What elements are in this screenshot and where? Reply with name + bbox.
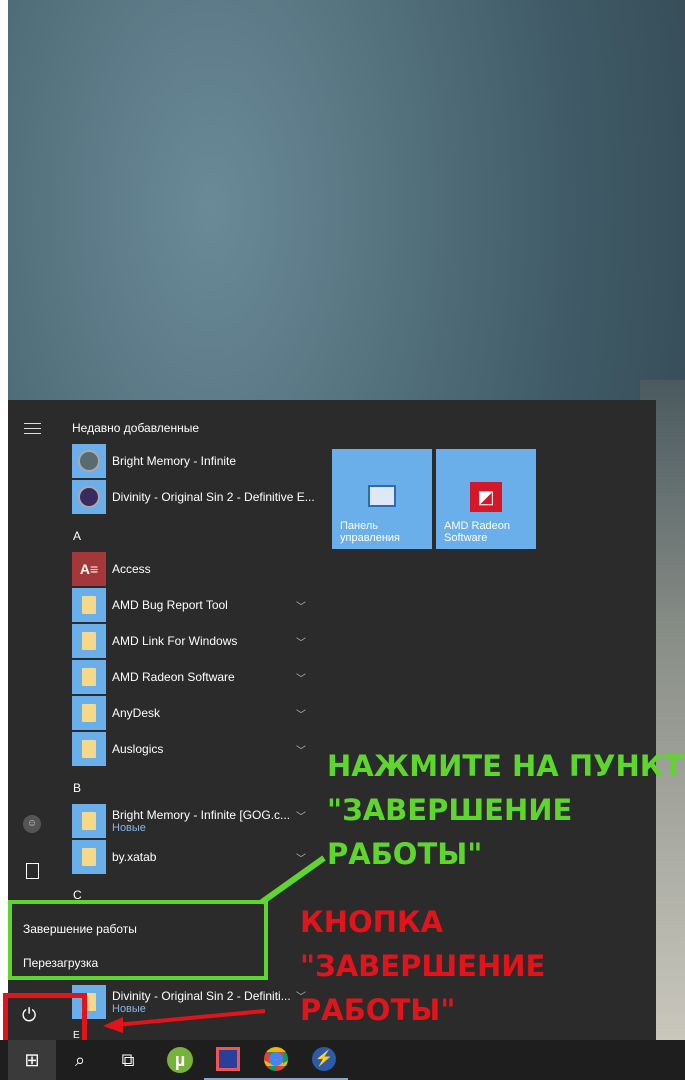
folder-icon xyxy=(72,660,106,694)
chevron-down-icon[interactable]: ﹀ xyxy=(296,634,306,649)
app-label: AnyDesk xyxy=(112,706,161,720)
chevron-down-icon[interactable]: ﹀ xyxy=(296,742,306,757)
app-floppy-icon[interactable] xyxy=(204,1040,252,1080)
chevron-down-icon[interactable]: ﹀ xyxy=(296,670,306,685)
shutdown-menu-item[interactable]: Завершение работы xyxy=(23,922,137,936)
tile-amd-radeon[interactable]: ◩ AMD Radeon Software xyxy=(436,449,536,549)
tile-label: Панель управления xyxy=(340,520,400,544)
task-view-icon[interactable]: ⧉ xyxy=(104,1040,152,1080)
search-icon[interactable]: ⌕ xyxy=(56,1040,104,1080)
list-item[interactable]: Bright Memory - Infinite [GOG.c... Новые xyxy=(72,804,332,838)
user-avatar-icon[interactable]: ☺ xyxy=(23,815,41,833)
access-icon: A ≡ xyxy=(72,552,106,586)
tile-control-panel[interactable]: Панель управления xyxy=(332,449,432,549)
folder-icon xyxy=(72,732,106,766)
list-item[interactable]: AnyDesk xyxy=(72,696,312,730)
utorrent-icon[interactable]: µ xyxy=(156,1040,204,1080)
folder-icon xyxy=(72,804,106,838)
hamburger-menu-icon[interactable] xyxy=(24,423,41,434)
restart-menu-item[interactable]: Перезагрузка xyxy=(23,956,98,970)
tile-label: AMD Radeon Software xyxy=(444,520,511,544)
app-label: AMD Bug Report Tool xyxy=(112,598,228,612)
folder-icon xyxy=(72,624,106,658)
power-icon[interactable]: ⏻ xyxy=(22,1005,36,1026)
app-label: Auslogics xyxy=(112,742,164,756)
power-menu: Завершение работы Перезагрузка xyxy=(8,900,268,980)
green-annotation: НАЖМИТЕ НА ПУНКТ "ЗАВЕРШЕНИЕ РАБОТЫ" xyxy=(327,749,684,871)
power-button-highlight xyxy=(3,993,87,1045)
windows-start-icon[interactable]: ⊞ xyxy=(8,1040,56,1080)
list-item[interactable]: AMD Bug Report Tool xyxy=(72,588,312,622)
folder-icon xyxy=(72,840,106,874)
access-glyph: A xyxy=(79,561,90,577)
folder-icon xyxy=(72,696,106,730)
app-label: by.xatab xyxy=(112,850,157,864)
chevron-down-icon[interactable]: ﹀ xyxy=(296,706,306,721)
app-label: Divinity - Original Sin 2 - Definitive E… xyxy=(112,490,315,504)
recent-header: Недавно добавленные xyxy=(72,421,200,435)
chrome-icon[interactable] xyxy=(252,1040,300,1080)
amd-icon: ◩ xyxy=(470,482,502,512)
app-label: Divinity - Original Sin 2 - Definiti... xyxy=(112,989,291,1003)
lightning-app-icon[interactable]: ⚡ xyxy=(300,1040,348,1080)
folder-icon xyxy=(72,588,106,622)
divinity-icon xyxy=(72,480,106,514)
letter-header-b[interactable]: B xyxy=(73,781,81,795)
red-annotation: КНОПКА "ЗАВЕРШЕНИЕ РАБОТЫ" xyxy=(300,905,546,1027)
letter-header-a[interactable]: A xyxy=(73,529,81,543)
list-item[interactable]: AMD Radeon Software xyxy=(72,660,312,694)
chevron-down-icon[interactable]: ﹀ xyxy=(296,598,306,613)
app-label: AMD Link For Windows xyxy=(112,634,238,648)
bright-memory-icon xyxy=(72,444,106,478)
list-item[interactable]: A ≡ Access xyxy=(72,552,312,586)
app-label: Bright Memory - Infinite xyxy=(112,454,237,468)
control-panel-icon xyxy=(368,485,396,507)
app-label: Access xyxy=(112,562,151,576)
app-label: AMD Radeon Software xyxy=(112,670,235,684)
list-item[interactable]: AMD Link For Windows xyxy=(72,624,312,658)
red-arrow xyxy=(103,1009,266,1033)
documents-icon[interactable] xyxy=(26,863,39,879)
new-badge: Новые xyxy=(112,822,146,834)
app-label: Bright Memory - Infinite [GOG.c... xyxy=(112,808,291,822)
list-item[interactable]: Auslogics xyxy=(72,732,312,766)
list-item[interactable]: Bright Memory - Infinite xyxy=(72,444,312,478)
chevron-down-icon[interactable]: ﹀ xyxy=(296,808,306,823)
